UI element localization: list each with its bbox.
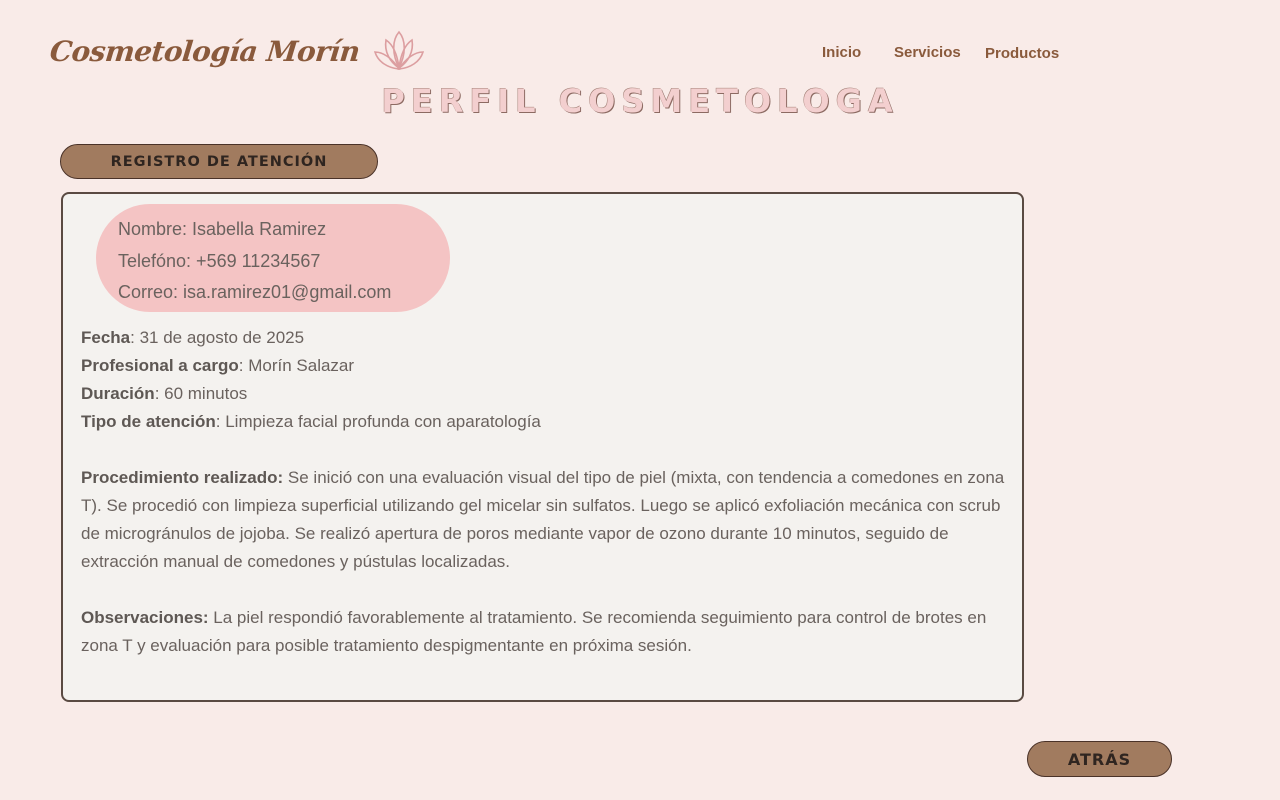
fecha-label: Fecha	[81, 328, 131, 347]
attention-record-card: Nombre: Isabella Ramirez Telefóno: +569 …	[61, 192, 1024, 702]
record-details: Fecha: 31 de agosto de 2025 Profesional …	[81, 324, 1006, 660]
client-email: Correo: isa.ramirez01@gmail.com	[118, 282, 392, 302]
client-name: Nombre: Isabella Ramirez	[118, 219, 327, 239]
nav-servicios[interactable]: Servicios	[894, 44, 961, 61]
profesional-value: : Morín Salazar	[238, 356, 355, 375]
brand-name: Cosmetología Morín	[48, 34, 362, 68]
registro-atencion-button[interactable]: REGISTRO DE ATENCIÓN	[60, 144, 378, 179]
back-button[interactable]: ATRÁS	[1027, 741, 1172, 777]
procedimiento-paragraph: Procedimiento realizado: Se inició con u…	[81, 464, 1006, 576]
nav-inicio[interactable]: Inicio	[822, 44, 861, 61]
observaciones-paragraph: Observaciones: La piel respondió favorab…	[81, 604, 1006, 660]
observaciones-label: Observaciones:	[81, 608, 209, 627]
nav-productos[interactable]: Productos	[985, 45, 1059, 62]
procedimiento-label: Procedimiento realizado:	[81, 468, 284, 487]
brand-logo[interactable]: Cosmetología Morín	[48, 28, 426, 74]
tipo-atencion-value: : Limpieza facial profunda con aparatolo…	[215, 412, 541, 431]
page-title: PERFIL COSMETOLOGA	[381, 82, 899, 120]
profesional-row: Profesional a cargo: Morín Salazar	[81, 352, 1006, 380]
tipo-atencion-label: Tipo de atención	[81, 412, 216, 431]
fecha-value: : 31 de agosto de 2025	[130, 328, 305, 347]
duracion-value: : 60 minutos	[154, 384, 248, 403]
profesional-label: Profesional a cargo	[81, 356, 239, 375]
tipo-atencion-row: Tipo de atención: Limpieza facial profun…	[81, 408, 1006, 436]
fecha-row: Fecha: 31 de agosto de 2025	[81, 324, 1006, 352]
observaciones-text: La piel respondió favorablemente al trat…	[81, 608, 987, 655]
client-info: Nombre: Isabella Ramirez Telefóno: +569 …	[96, 204, 450, 312]
duracion-label: Duración	[81, 384, 155, 403]
client-phone: Telefóno: +569 11234567	[118, 250, 321, 271]
duracion-row: Duración: 60 minutos	[81, 380, 1006, 408]
lotus-icon	[373, 30, 424, 70]
